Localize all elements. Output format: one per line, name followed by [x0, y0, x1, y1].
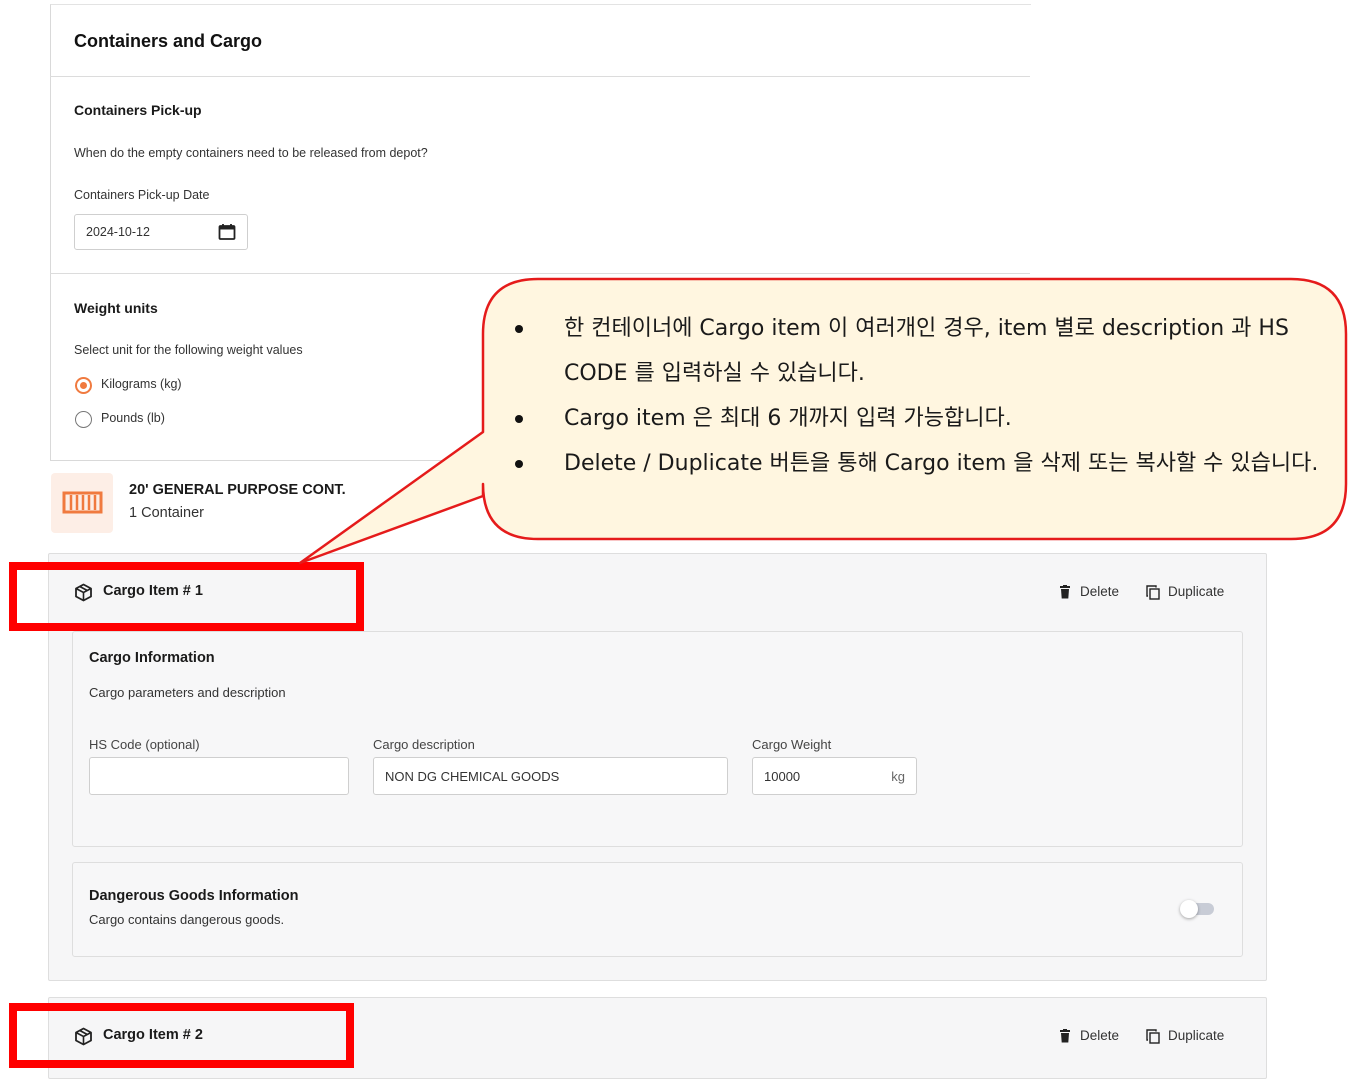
callout-bullet: 한 컨테이너에 Cargo item 이 여러개인 경우, item 별로 de…: [515, 306, 1325, 396]
callout-bullet: Delete / Duplicate 버튼을 통해 Cargo item 을 삭…: [515, 441, 1325, 486]
callout-text: 한 컨테이너에 Cargo item 이 여러개인 경우, item 별로 de…: [505, 306, 1325, 486]
callout-bullet: Cargo item 은 최대 6 개까지 입력 가능합니다.: [515, 396, 1325, 441]
callout-bubble: [298, 277, 1348, 565]
